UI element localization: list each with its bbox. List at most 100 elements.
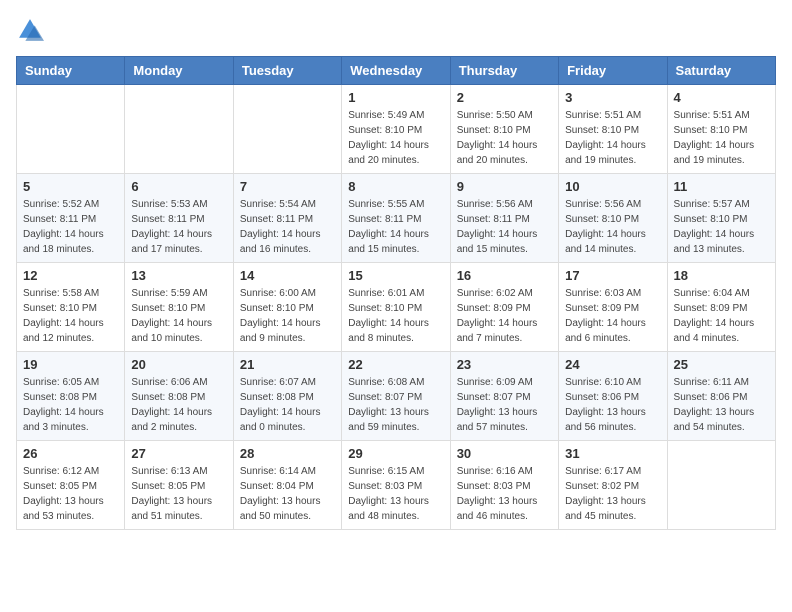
day-info: Sunrise: 6:11 AM Sunset: 8:06 PM Dayligh… [674,375,769,435]
day-info: Sunrise: 5:51 AM Sunset: 8:10 PM Dayligh… [565,108,660,168]
day-info: Sunrise: 5:52 AM Sunset: 8:11 PM Dayligh… [23,197,118,257]
day-info: Sunrise: 6:16 AM Sunset: 8:03 PM Dayligh… [457,464,552,524]
day-info: Sunrise: 5:59 AM Sunset: 8:10 PM Dayligh… [131,286,226,346]
day-info: Sunrise: 6:06 AM Sunset: 8:08 PM Dayligh… [131,375,226,435]
day-number: 26 [23,446,118,461]
day-number: 18 [674,268,769,283]
calendar-cell: 7 Sunrise: 5:54 AM Sunset: 8:11 PM Daylig… [233,174,341,263]
week-row-1: 5Sunrise: 5:52 AM Sunset: 8:11 PM Daylig… [17,174,776,263]
day-info: Sunrise: 5:57 AM Sunset: 8:10 PM Dayligh… [674,197,769,257]
calendar-cell: 23 Sunrise: 6:09 AM Sunset: 8:07 PM Dayli… [450,352,558,441]
calendar-cell [667,441,775,530]
calendar-cell: 14Sunrise: 6:00 AM Sunset: 8:10 PM Dayli… [233,263,341,352]
day-number: 27 [131,446,226,461]
day-info: Sunrise: 6:10 AM Sunset: 8:06 PM Dayligh… [565,375,660,435]
day-number: 8 [348,179,443,194]
calendar-cell: 3 Sunrise: 5:51 AM Sunset: 8:10 PM Daylig… [559,85,667,174]
day-number: 4 [674,90,769,105]
calendar-cell: 15 Sunrise: 6:01 AM Sunset: 8:10 PM Dayli… [342,263,450,352]
calendar-cell: 25 Sunrise: 6:11 AM Sunset: 8:06 PM Dayli… [667,352,775,441]
day-number: 6 [131,179,226,194]
calendar-cell: 6 Sunrise: 5:53 AM Sunset: 8:11 PM Daylig… [125,174,233,263]
day-info: Sunrise: 6:15 AM Sunset: 8:03 PM Dayligh… [348,464,443,524]
day-number: 20 [131,357,226,372]
day-info: Sunrise: 6:08 AM Sunset: 8:07 PM Dayligh… [348,375,443,435]
day-info: Sunrise: 6:17 AM Sunset: 8:02 PM Dayligh… [565,464,660,524]
calendar-cell: 20 Sunrise: 6:06 AM Sunset: 8:08 PM Dayli… [125,352,233,441]
calendar-cell: 26 Sunrise: 6:12 AM Sunset: 8:05 PM Dayli… [17,441,125,530]
day-number: 9 [457,179,552,194]
calendar-cell: 16 Sunrise: 6:02 AM Sunset: 8:09 PM Dayli… [450,263,558,352]
day-number: 16 [457,268,552,283]
day-info: Sunrise: 6:07 AM Sunset: 8:08 PM Dayligh… [240,375,335,435]
weekday-header-friday: Friday [559,57,667,85]
calendar-cell [17,85,125,174]
calendar-cell: 29Sunrise: 6:15 AM Sunset: 8:03 PM Dayli… [342,441,450,530]
weekday-header-tuesday: Tuesday [233,57,341,85]
calendar-cell: 18 Sunrise: 6:04 AM Sunset: 8:09 PM Dayli… [667,263,775,352]
calendar-cell: 1 Sunrise: 5:49 AM Sunset: 8:10 PM Daylig… [342,85,450,174]
calendar-cell: 17 Sunrise: 6:03 AM Sunset: 8:09 PM Dayli… [559,263,667,352]
calendar-cell: 10Sunrise: 5:56 AM Sunset: 8:10 PM Dayli… [559,174,667,263]
day-number: 7 [240,179,335,194]
calendar-cell: 24Sunrise: 6:10 AM Sunset: 8:06 PM Dayli… [559,352,667,441]
weekday-header-row: SundayMondayTuesdayWednesdayThursdayFrid… [17,57,776,85]
day-number: 14 [240,268,335,283]
day-number: 12 [23,268,118,283]
day-number: 17 [565,268,660,283]
day-info: Sunrise: 5:49 AM Sunset: 8:10 PM Dayligh… [348,108,443,168]
day-info: Sunrise: 5:54 AM Sunset: 8:11 PM Dayligh… [240,197,335,257]
calendar-cell: 5Sunrise: 5:52 AM Sunset: 8:11 PM Daylig… [17,174,125,263]
day-number: 10 [565,179,660,194]
day-info: Sunrise: 6:01 AM Sunset: 8:10 PM Dayligh… [348,286,443,346]
calendar-cell: 27 Sunrise: 6:13 AM Sunset: 8:05 PM Dayli… [125,441,233,530]
logo-icon [16,16,44,44]
day-info: Sunrise: 5:56 AM Sunset: 8:11 PM Dayligh… [457,197,552,257]
calendar-cell [233,85,341,174]
day-number: 25 [674,357,769,372]
weekday-header-thursday: Thursday [450,57,558,85]
calendar-cell: 13 Sunrise: 5:59 AM Sunset: 8:10 PM Dayli… [125,263,233,352]
calendar-table: SundayMondayTuesdayWednesdayThursdayFrid… [16,56,776,530]
calendar-cell: 21Sunrise: 6:07 AM Sunset: 8:08 PM Dayli… [233,352,341,441]
weekday-header-sunday: Sunday [17,57,125,85]
day-number: 30 [457,446,552,461]
day-number: 2 [457,90,552,105]
day-number: 28 [240,446,335,461]
day-info: Sunrise: 6:05 AM Sunset: 8:08 PM Dayligh… [23,375,118,435]
day-number: 1 [348,90,443,105]
day-info: Sunrise: 5:53 AM Sunset: 8:11 PM Dayligh… [131,197,226,257]
calendar-cell: 4 Sunrise: 5:51 AM Sunset: 8:10 PM Daylig… [667,85,775,174]
calendar-cell: 8Sunrise: 5:55 AM Sunset: 8:11 PM Daylig… [342,174,450,263]
day-number: 23 [457,357,552,372]
calendar-cell: 30 Sunrise: 6:16 AM Sunset: 8:03 PM Dayli… [450,441,558,530]
logo [16,16,48,44]
weekday-header-monday: Monday [125,57,233,85]
week-row-0: 1 Sunrise: 5:49 AM Sunset: 8:10 PM Daylig… [17,85,776,174]
week-row-2: 12 Sunrise: 5:58 AM Sunset: 8:10 PM Dayli… [17,263,776,352]
calendar-cell: 28Sunrise: 6:14 AM Sunset: 8:04 PM Dayli… [233,441,341,530]
day-number: 11 [674,179,769,194]
week-row-4: 26 Sunrise: 6:12 AM Sunset: 8:05 PM Dayli… [17,441,776,530]
day-info: Sunrise: 6:03 AM Sunset: 8:09 PM Dayligh… [565,286,660,346]
week-row-3: 19 Sunrise: 6:05 AM Sunset: 8:08 PM Dayli… [17,352,776,441]
day-info: Sunrise: 5:58 AM Sunset: 8:10 PM Dayligh… [23,286,118,346]
day-number: 22 [348,357,443,372]
day-info: Sunrise: 5:50 AM Sunset: 8:10 PM Dayligh… [457,108,552,168]
day-number: 3 [565,90,660,105]
page-header [16,16,776,44]
day-info: Sunrise: 5:51 AM Sunset: 8:10 PM Dayligh… [674,108,769,168]
day-info: Sunrise: 6:04 AM Sunset: 8:09 PM Dayligh… [674,286,769,346]
calendar-cell: 11 Sunrise: 5:57 AM Sunset: 8:10 PM Dayli… [667,174,775,263]
day-info: Sunrise: 6:12 AM Sunset: 8:05 PM Dayligh… [23,464,118,524]
day-number: 15 [348,268,443,283]
calendar-cell: 9 Sunrise: 5:56 AM Sunset: 8:11 PM Daylig… [450,174,558,263]
calendar-cell: 31 Sunrise: 6:17 AM Sunset: 8:02 PM Dayli… [559,441,667,530]
day-info: Sunrise: 6:13 AM Sunset: 8:05 PM Dayligh… [131,464,226,524]
day-number: 13 [131,268,226,283]
day-info: Sunrise: 6:02 AM Sunset: 8:09 PM Dayligh… [457,286,552,346]
day-info: Sunrise: 6:09 AM Sunset: 8:07 PM Dayligh… [457,375,552,435]
calendar-cell: 12 Sunrise: 5:58 AM Sunset: 8:10 PM Dayli… [17,263,125,352]
day-number: 31 [565,446,660,461]
day-number: 19 [23,357,118,372]
